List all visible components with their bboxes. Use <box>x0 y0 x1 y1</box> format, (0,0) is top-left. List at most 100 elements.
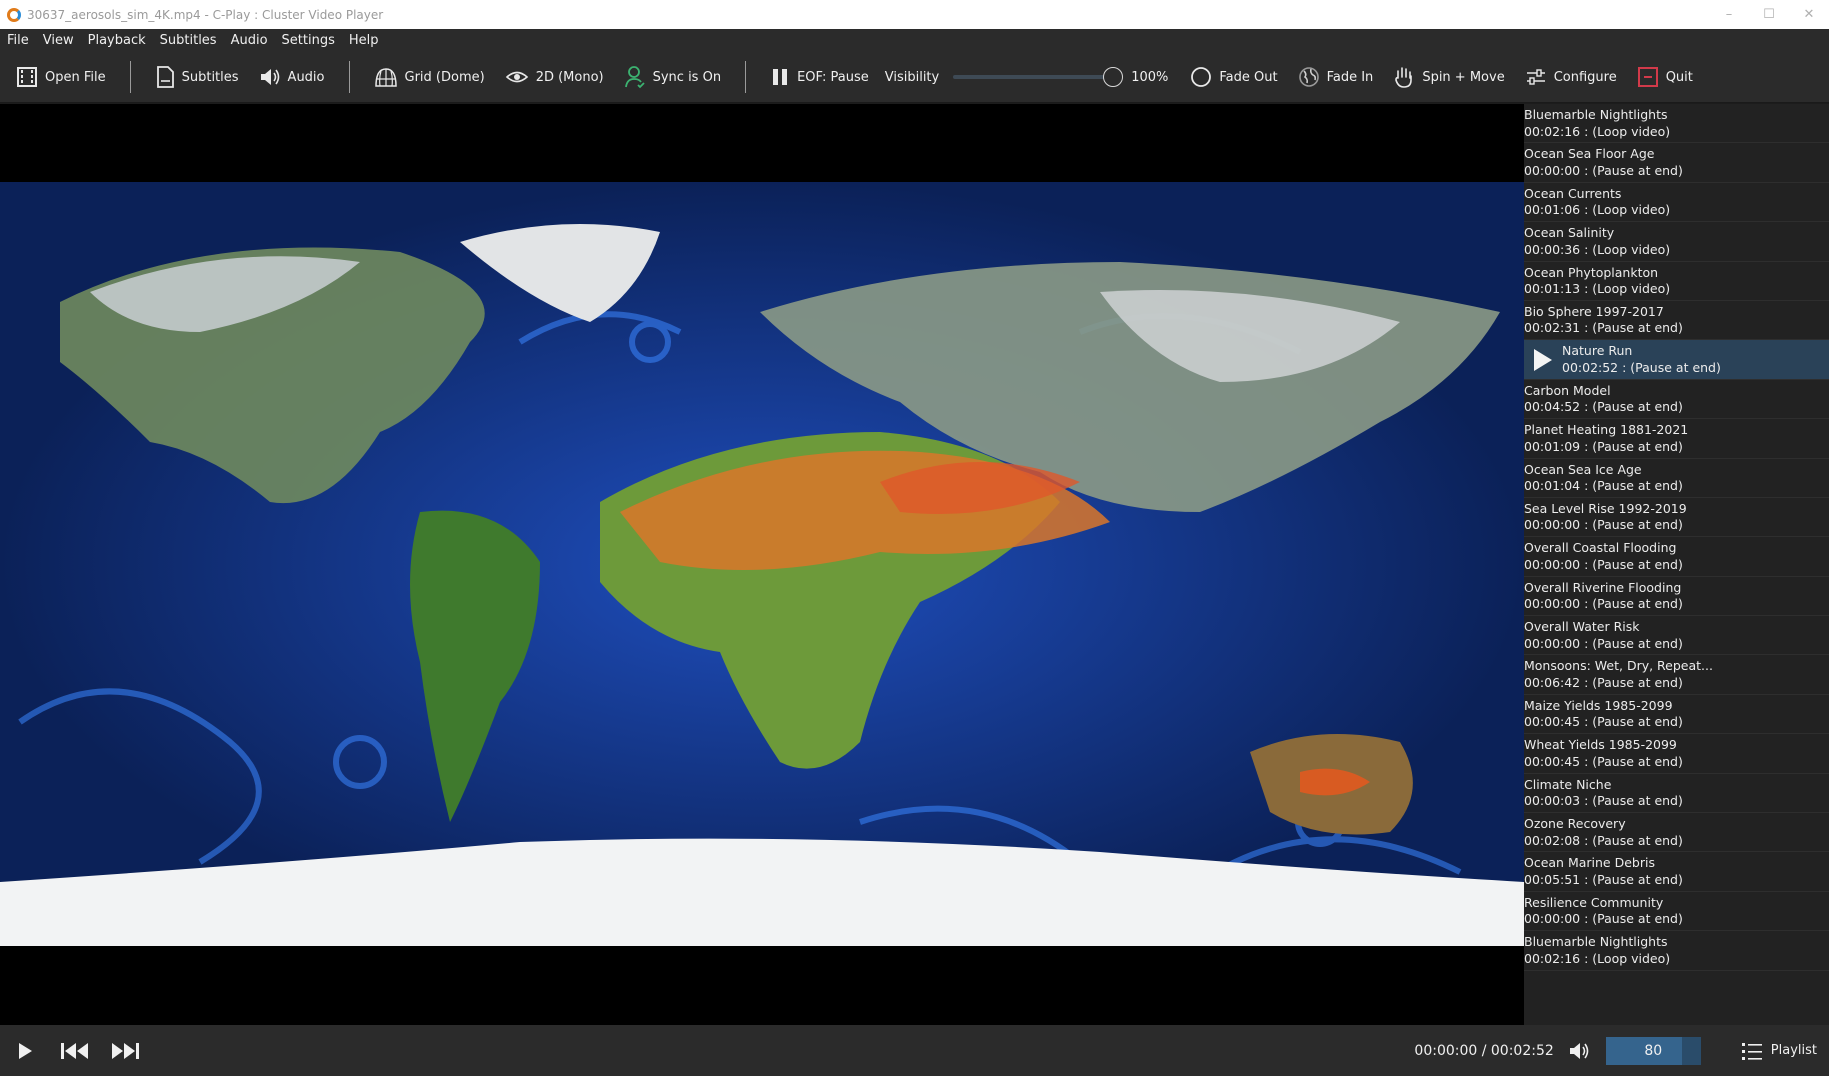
playlist-item[interactable]: Sea Level Rise 1992-2019 00:00:00 : (Paus… <box>1524 498 1829 538</box>
playlist-item[interactable]: Resilience Community 00:00:00 : (Pause at… <box>1524 892 1829 932</box>
speaker-icon <box>260 69 279 85</box>
spin-move-button[interactable]: Spin + Move <box>1383 57 1514 97</box>
playlist-item-title: Ocean Sea Floor Age <box>1524 146 1655 162</box>
menu-settings[interactable]: Settings <box>275 33 342 48</box>
menu-view[interactable]: View <box>36 33 81 48</box>
exit-icon <box>1637 67 1658 87</box>
quit-button[interactable]: Quit <box>1627 57 1703 97</box>
menu-subtitles[interactable]: Subtitles <box>153 33 224 48</box>
playlist-item-title: Climate Niche <box>1524 776 1612 792</box>
now-playing-icon <box>1534 349 1552 372</box>
open-file-button[interactable]: Open File <box>6 57 116 97</box>
playlist-item-duration: 00:00:00 : (Pause at end) <box>1524 162 1683 178</box>
open-file-label: Open File <box>45 69 106 85</box>
eof-button[interactable]: EOF: Pause <box>760 57 879 97</box>
playback-controls: 00:00:00 / 00:02:52 80 Playlist <box>0 1025 1829 1076</box>
menu-file[interactable]: File <box>0 33 36 48</box>
playlist-item[interactable]: Overall Coastal Flooding 00:00:00 : (Paus… <box>1524 537 1829 577</box>
skip-back-icon <box>61 1042 88 1059</box>
playlist-item-duration: 00:02:16 : (Loop video) <box>1524 950 1671 966</box>
playlist-item[interactable]: Bluemarble Nightlights 00:02:16 : (Loop v… <box>1524 104 1829 144</box>
document-icon <box>156 66 174 88</box>
list-icon <box>1741 1042 1762 1060</box>
title-bar: 30637_aerosols_sim_4K.mp4 - C-Play : Clu… <box>0 0 1829 29</box>
playlist-item[interactable]: Ocean Currents 00:01:06 : (Loop video) <box>1524 183 1829 223</box>
subtitles-button[interactable]: Subtitles <box>145 57 249 97</box>
fade-out-button[interactable]: Fade Out <box>1180 57 1287 97</box>
playlist-item-duration: 00:00:00 : (Pause at end) <box>1524 635 1683 651</box>
subtitles-label: Subtitles <box>181 69 239 85</box>
playlist-item[interactable]: Ocean Sea Floor Age 00:00:00 : (Pause at … <box>1524 143 1829 183</box>
volume-value: 80 <box>1644 1042 1663 1059</box>
playlist-item[interactable]: Monsoons: Wet, Dry, Repeat... 00:06:42 : … <box>1524 655 1829 695</box>
window-controls: – ☐ ✕ <box>1709 0 1829 29</box>
playlist-item[interactable]: Ocean Phytoplankton 00:01:13 : (Loop vide… <box>1524 262 1829 301</box>
playlist-item[interactable]: Climate Niche 00:00:03 : (Pause at end) <box>1524 774 1829 814</box>
playlist-item[interactable]: Overall Riverine Flooding 00:00:00 : (Pau… <box>1524 577 1829 617</box>
playlist-item[interactable]: Wheat Yields 1985-2099 00:00:45 : (Pause … <box>1524 734 1829 774</box>
hand-icon <box>1395 67 1413 88</box>
sync-button[interactable]: Sync is On <box>614 57 731 97</box>
playlist-item-duration: 00:06:42 : (Pause at end) <box>1524 674 1683 690</box>
maximize-button[interactable]: ☐ <box>1749 0 1789 29</box>
playlist-item[interactable]: Carbon Model 00:04:52 : (Pause at end) <box>1524 380 1829 420</box>
grid-dome-button[interactable]: Grid (Dome) <box>364 57 495 97</box>
fade-in-button[interactable]: Fade In <box>1288 57 1384 97</box>
fade-out-label: Fade Out <box>1219 69 1278 85</box>
window-title: 30637_aerosols_sim_4K.mp4 - C-Play : Clu… <box>27 7 384 22</box>
playlist-item-duration: 00:02:31 : (Pause at end) <box>1524 320 1683 336</box>
playlist-item-duration: 00:02:52 : (Pause at end) <box>1562 359 1721 375</box>
playlist-toggle-button[interactable]: Playlist <box>1741 1041 1817 1061</box>
playlist-item-duration: 00:01:04 : (Pause at end) <box>1524 478 1683 494</box>
minimize-button[interactable]: – <box>1709 0 1749 29</box>
playlist-item[interactable]: Ozone Recovery 00:02:08 : (Pause at end) <box>1524 813 1829 853</box>
world-map-frame <box>0 182 1524 946</box>
playlist-item[interactable]: Ocean Sea Ice Age 00:01:04 : (Pause at en… <box>1524 459 1829 498</box>
next-button[interactable] <box>100 1025 150 1076</box>
visibility-knob[interactable] <box>1103 67 1124 87</box>
playlist-item-title: Ocean Currents <box>1524 185 1622 201</box>
play-icon <box>19 1042 32 1059</box>
volume-icon[interactable] <box>1568 1040 1592 1062</box>
configure-label: Configure <box>1553 69 1617 85</box>
quit-label: Quit <box>1665 69 1693 85</box>
seek-bar[interactable] <box>150 1025 1414 1076</box>
audio-label: Audio <box>287 69 325 85</box>
circle-icon <box>1191 67 1212 87</box>
toolbar: Open File Subtitles Audio Grid (Dome) 2D… <box>0 52 1829 103</box>
playlist-item[interactable]: Bluemarble Nightlights 00:02:16 : (Loop v… <box>1524 931 1829 971</box>
playlist-item-duration: 00:00:36 : (Loop video) <box>1524 241 1671 257</box>
close-button[interactable]: ✕ <box>1789 0 1829 29</box>
audio-button[interactable]: Audio <box>249 57 335 97</box>
video-viewport[interactable] <box>0 104 1524 1025</box>
visibility-slider[interactable] <box>953 67 1124 87</box>
play-button[interactable] <box>0 1025 50 1076</box>
playlist-item-duration: 00:01:09 : (Pause at end) <box>1524 438 1683 454</box>
playlist-item-title: Bio Sphere 1997-2017 <box>1524 303 1664 319</box>
playlist-item[interactable]: Planet Heating 1881-2021 00:01:09 : (Paus… <box>1524 419 1829 459</box>
stereo-mode-button[interactable]: 2D (Mono) <box>495 57 614 97</box>
sync-label: Sync is On <box>652 69 722 85</box>
film-icon <box>17 67 37 87</box>
playlist-item[interactable]: Ocean Salinity 00:00:36 : (Loop video) <box>1524 222 1829 262</box>
fade-in-label: Fade In <box>1326 69 1374 85</box>
menu-audio[interactable]: Audio <box>224 33 275 48</box>
playlist-item[interactable]: Overall Water Risk 00:00:00 : (Pause at e… <box>1524 616 1829 656</box>
grid-dome-label: Grid (Dome) <box>404 69 485 85</box>
user-sync-icon <box>624 66 645 89</box>
volume-slider[interactable]: 80 <box>1605 1036 1701 1065</box>
playlist-item-title: Sea Level Rise 1992-2019 <box>1524 500 1687 516</box>
playlist-item-title: Bluemarble Nightlights <box>1524 934 1668 950</box>
configure-button[interactable]: Configure <box>1515 57 1627 97</box>
stereo-mode-label: 2D (Mono) <box>535 69 604 85</box>
playlist-item-duration: 00:00:45 : (Pause at end) <box>1524 753 1683 769</box>
menu-help[interactable]: Help <box>342 33 386 48</box>
previous-button[interactable] <box>50 1025 100 1076</box>
playlist-item[interactable]: Bio Sphere 1997-2017 00:02:31 : (Pause at… <box>1524 301 1829 341</box>
playlist-item[interactable]: Maize Yields 1985-2099 00:00:45 : (Pause … <box>1524 695 1829 735</box>
eye-icon <box>505 71 528 83</box>
playlist-item-active[interactable]: Nature Run 00:02:52 : (Pause at end) <box>1524 340 1829 380</box>
menu-playback[interactable]: Playback <box>81 33 153 48</box>
playlist-item[interactable]: Ocean Marine Debris 00:05:51 : (Pause at … <box>1524 852 1829 892</box>
sliders-icon <box>1526 69 1545 85</box>
